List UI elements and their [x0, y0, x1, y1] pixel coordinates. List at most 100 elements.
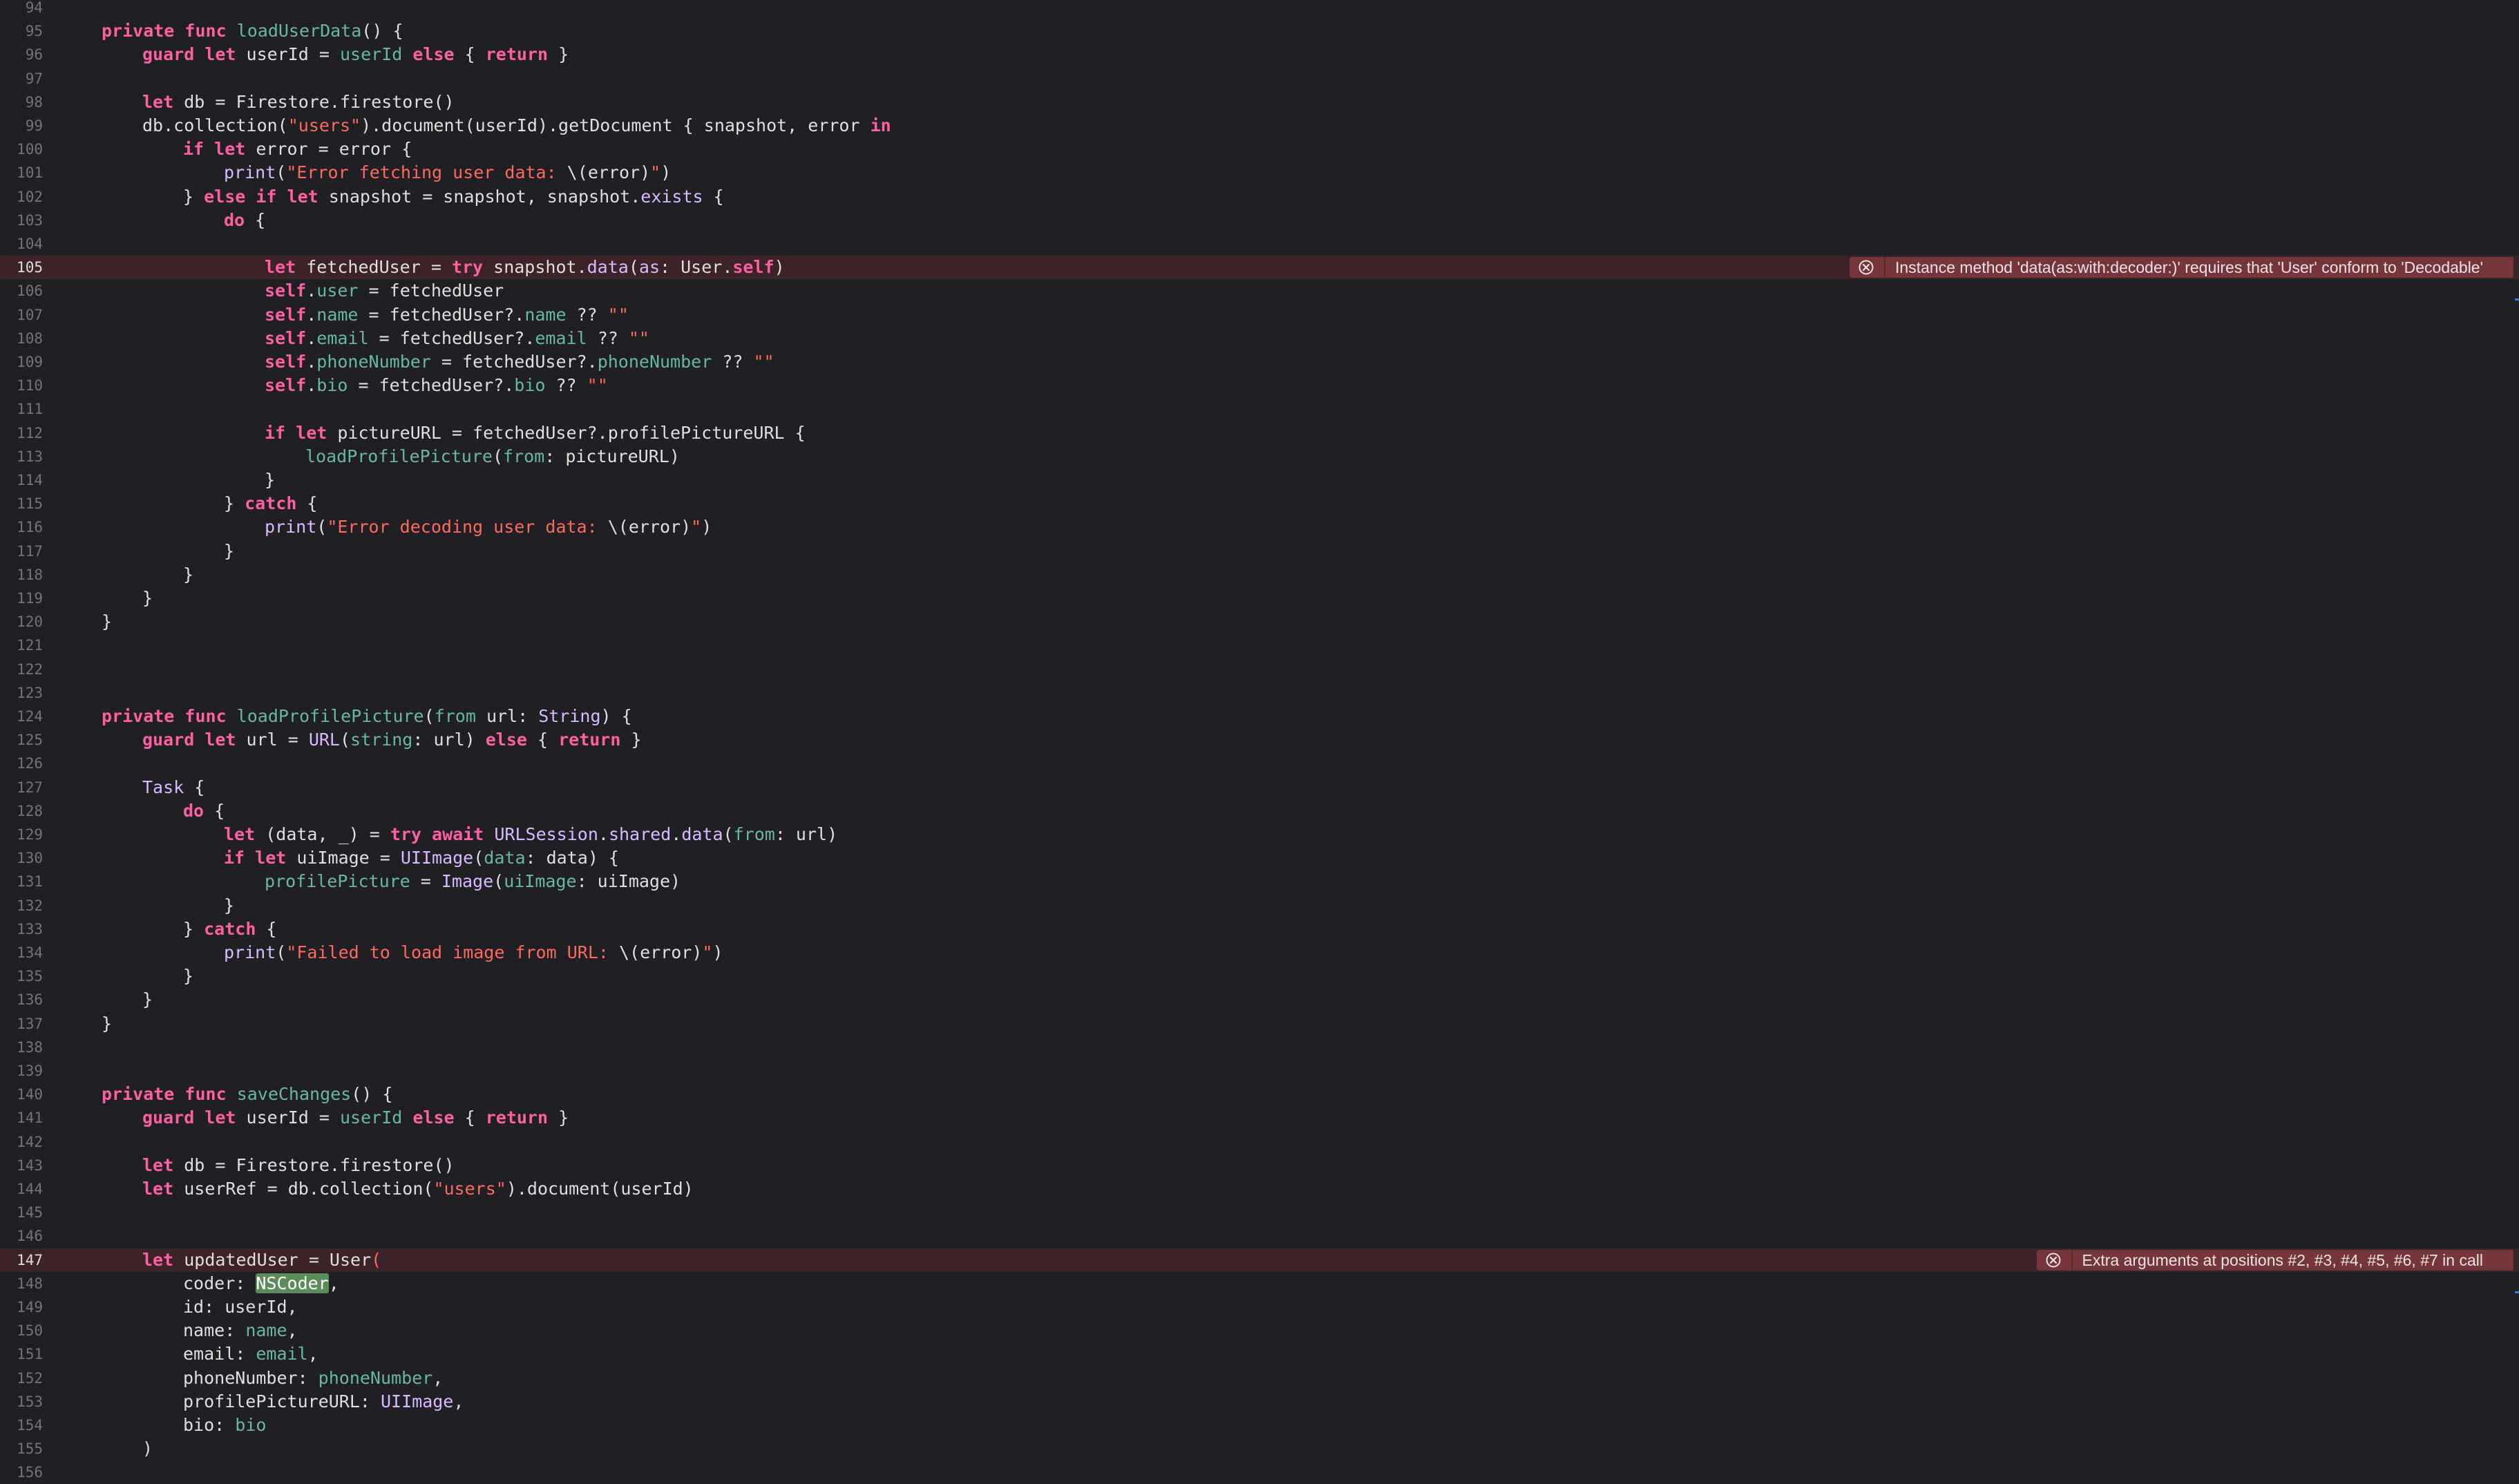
code-text[interactable]: coder: NSCoder, [183, 1272, 339, 1295]
code-text[interactable]: do { [183, 799, 225, 823]
code-line[interactable]: 150 name: name, [0, 1319, 2519, 1342]
code-text[interactable]: self.email = fetchedUser?.email ?? "" [265, 327, 649, 350]
code-line[interactable]: 143 let db = Firestore.firestore() [0, 1154, 2519, 1177]
code-text[interactable]: phoneNumber: phoneNumber, [183, 1367, 443, 1390]
code-text[interactable]: } [224, 540, 234, 563]
code-line[interactable]: 111 [0, 397, 2519, 421]
code-text[interactable]: if let error = error { [183, 137, 412, 161]
code-text[interactable]: } catch { [224, 492, 317, 515]
code-line[interactable]: 109 self.phoneNumber = fetchedUser?.phone… [0, 350, 2519, 374]
code-line[interactable]: 153 profilePictureURL: UIImage, [0, 1390, 2519, 1414]
error-message-bubble[interactable]: Instance method 'data(as:with:decoder:)'… [1850, 257, 2513, 278]
code-text[interactable]: let fetchedUser = try snapshot.data(as: … [265, 256, 785, 279]
code-line[interactable]: 130 if let uiImage = UIImage(data: data) … [0, 846, 2519, 870]
code-line[interactable]: 156 [0, 1461, 2519, 1484]
code-line[interactable]: 140 private func saveChanges() { [0, 1083, 2519, 1106]
code-text[interactable]: } [102, 1012, 112, 1036]
code-text[interactable]: Task { [142, 776, 205, 799]
code-line[interactable]: 120} [0, 610, 2519, 634]
code-line[interactable]: 126 [0, 752, 2519, 775]
code-text[interactable]: guard let url = URL(string: url) else { … [142, 728, 642, 752]
code-line[interactable]: 97 [0, 67, 2519, 91]
code-text[interactable]: profilePictureURL: UIImage, [183, 1390, 464, 1414]
code-text[interactable]: guard let userId = userId else { return … [142, 1106, 569, 1130]
code-text[interactable]: print("Failed to load image from URL: \(… [224, 941, 723, 964]
code-text[interactable]: private func loadUserData() { [102, 19, 403, 43]
code-line[interactable]: 135} [0, 964, 2519, 988]
code-text[interactable]: self.name = fetchedUser?.name ?? "" [265, 303, 629, 327]
code-line[interactable]: 136} [0, 988, 2519, 1011]
code-text[interactable]: self.user = fetchedUser [265, 279, 504, 303]
code-line[interactable]: 113 loadProfilePicture(from: pictureURL) [0, 445, 2519, 468]
code-line[interactable]: 115} catch { [0, 492, 2519, 515]
code-text[interactable]: } else if let snapshot = snapshot, snaps… [183, 185, 724, 209]
code-text[interactable]: ) [142, 1437, 153, 1461]
code-line[interactable]: 103 do { [0, 209, 2519, 232]
code-line[interactable]: 95 private func loadUserData() { [0, 19, 2519, 43]
code-text[interactable]: } [265, 468, 275, 492]
code-line[interactable]: 134 print("Failed to load image from URL:… [0, 941, 2519, 964]
code-text[interactable]: } [142, 587, 153, 610]
code-line[interactable]: 122 [0, 658, 2519, 681]
code-editor[interactable]: 94 95 private func loadUserData() {96 guard… [0, 0, 2519, 1481]
code-text[interactable]: private func saveChanges() { [102, 1083, 392, 1106]
code-text[interactable]: name: name, [183, 1319, 298, 1342]
code-line[interactable]: 110 self.bio = fetchedUser?.bio ?? "" [0, 374, 2519, 397]
code-line[interactable]: 112 if let pictureURL = fetchedUser?.prof… [0, 421, 2519, 445]
code-line[interactable]: 118} [0, 563, 2519, 587]
code-line[interactable]: 149 id: userId, [0, 1295, 2519, 1319]
code-line[interactable]: 108 self.email = fetchedUser?.email ?? "" [0, 327, 2519, 350]
code-line[interactable]: 128 do { [0, 799, 2519, 823]
code-text[interactable]: print("Error fetching user data: \(error… [224, 161, 671, 184]
code-text[interactable]: } catch { [183, 917, 276, 941]
code-text[interactable]: email: email, [183, 1342, 319, 1366]
code-line[interactable]: 145 [0, 1201, 2519, 1224]
code-line[interactable]: 132} [0, 894, 2519, 917]
code-text[interactable]: } [224, 894, 234, 917]
code-text[interactable]: bio: bio [183, 1414, 266, 1437]
code-text[interactable]: print("Error decoding user data: \(error… [265, 515, 712, 539]
placeholder-token[interactable]: NSCoder [256, 1273, 329, 1293]
code-line[interactable]: 131 profilePicture = Image(uiImage: uiIma… [0, 870, 2519, 893]
code-text[interactable]: profilePicture = Image(uiImage: uiImage) [265, 870, 681, 893]
code-line[interactable]: 141 guard let userId = userId else { retu… [0, 1106, 2519, 1130]
code-text[interactable]: } [142, 988, 153, 1011]
code-text[interactable]: let db = Firestore.firestore() [142, 1154, 455, 1177]
code-text[interactable]: id: userId, [183, 1295, 298, 1319]
code-line[interactable]: 98 let db = Firestore.firestore() [0, 91, 2519, 114]
code-line[interactable]: 151 email: email, [0, 1342, 2519, 1366]
code-line[interactable]: 144 let userRef = db.collection("users").… [0, 1177, 2519, 1201]
error-message-bubble[interactable]: Extra arguments at positions #2, #3, #4,… [2036, 1249, 2513, 1271]
code-text[interactable]: } [183, 964, 193, 988]
code-line[interactable]: 127 Task { [0, 776, 2519, 799]
code-line[interactable]: 96 guard let userId = userId else { retur… [0, 43, 2519, 66]
code-line[interactable]: 121 [0, 634, 2519, 657]
code-text[interactable]: private func loadProfilePicture(from url… [102, 705, 632, 728]
code-line[interactable]: 137} [0, 1012, 2519, 1036]
code-line[interactable]: 117} [0, 540, 2519, 563]
code-text[interactable]: guard let userId = userId else { return … [142, 43, 569, 66]
code-line-error[interactable]: 147 let updatedUser = User(Extra argument… [0, 1248, 2519, 1272]
code-line[interactable]: 119} [0, 587, 2519, 610]
code-line[interactable]: 154 bio: bio [0, 1414, 2519, 1437]
code-line[interactable]: 107 self.name = fetchedUser?.name ?? "" [0, 303, 2519, 327]
code-line[interactable]: 123 [0, 681, 2519, 705]
code-line[interactable]: 148 coder: NSCoder, [0, 1272, 2519, 1295]
code-text[interactable]: self.bio = fetchedUser?.bio ?? "" [265, 374, 608, 397]
code-line[interactable]: 100 if let error = error { [0, 137, 2519, 161]
code-line[interactable]: 133} catch { [0, 917, 2519, 941]
code-line[interactable]: 142 [0, 1130, 2519, 1154]
code-text[interactable]: db.collection("users").document(userId).… [142, 114, 891, 137]
code-line[interactable]: 155) [0, 1437, 2519, 1461]
code-text[interactable]: loadProfilePicture(from: pictureURL) [305, 445, 680, 468]
code-text[interactable]: let db = Firestore.firestore() [142, 91, 455, 114]
code-text[interactable]: let (data, _) = try await URLSession.sha… [224, 823, 837, 846]
code-text[interactable]: } [183, 563, 193, 587]
code-line[interactable]: 146 [0, 1224, 2519, 1248]
code-text[interactable]: if let pictureURL = fetchedUser?.profile… [265, 421, 806, 445]
code-line[interactable]: 139 [0, 1059, 2519, 1083]
code-line[interactable]: 94 [0, 0, 2519, 19]
code-line[interactable]: 129 let (data, _) = try await URLSession.… [0, 823, 2519, 846]
code-text[interactable]: } [102, 610, 112, 634]
code-line[interactable]: 138 [0, 1036, 2519, 1059]
